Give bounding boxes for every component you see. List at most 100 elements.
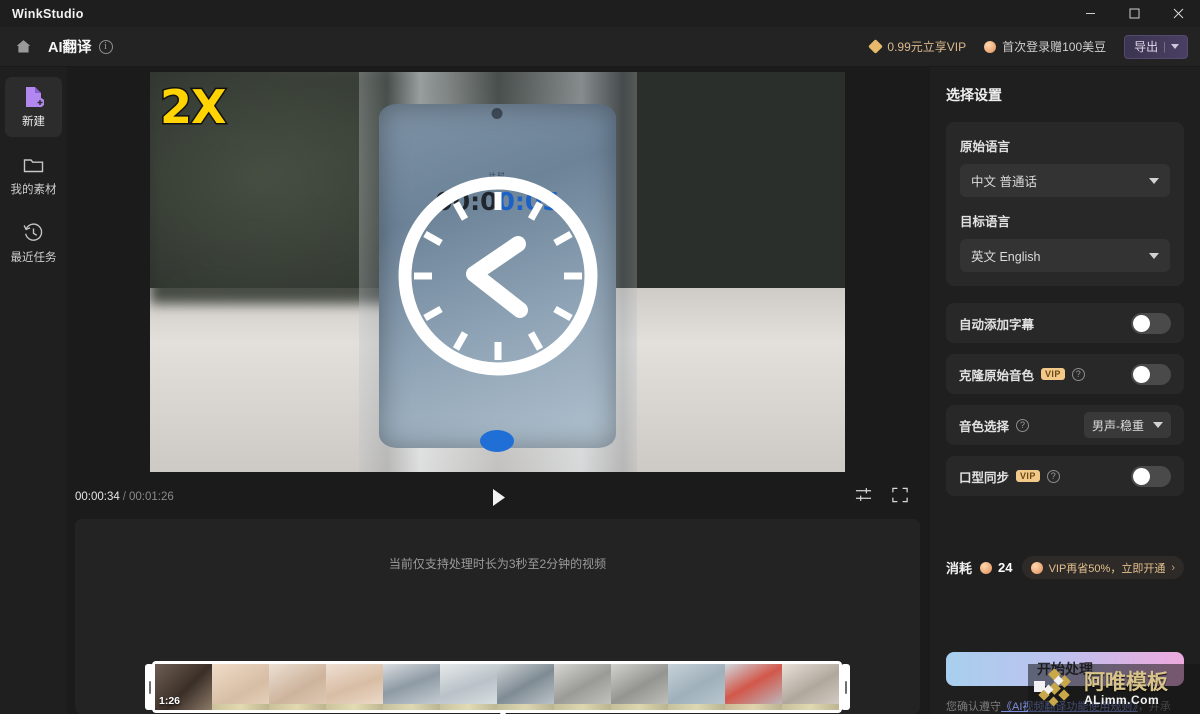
clone-voice-label: 克隆原始音色: [959, 368, 1035, 383]
clock-overlay-icon: [398, 176, 597, 376]
minimize-button[interactable]: [1068, 0, 1112, 27]
coin-icon: [984, 40, 997, 53]
lipsync-row: 口型同步 VIP ?: [946, 456, 1184, 496]
sidebar-item-label: 我的素材: [10, 183, 57, 196]
thumbnail[interactable]: [326, 664, 383, 710]
promo-login-bonus[interactable]: 首次登录赠100美豆: [984, 38, 1106, 55]
header-actions: 0.99元立享VIP 首次登录赠100美豆 导出 |: [868, 34, 1200, 59]
vip-upgrade-pill[interactable]: VIP再省50%，立即开通 ›: [1021, 556, 1184, 579]
chevron-down-icon[interactable]: [1171, 44, 1179, 49]
help-icon[interactable]: ?: [1016, 418, 1030, 432]
thumbnail[interactable]: [269, 664, 326, 710]
clip-duration: 1:26: [159, 695, 181, 707]
playhead-marker[interactable]: [496, 710, 510, 714]
timeline-hint: 当前仅支持处理时长为3秒至2分钟的视频: [388, 557, 607, 571]
phone-camera-icon: [491, 108, 503, 119]
export-button[interactable]: 导出 |: [1124, 34, 1188, 59]
folder-icon: [23, 154, 44, 176]
chevron-right-icon: ›: [1171, 561, 1175, 574]
export-separator: |: [1163, 40, 1166, 53]
main-stage: 计时 00:00:05 2X 00:00:34 / 00:01:26 当前仅支持…: [67, 67, 930, 714]
promo-vip-offer[interactable]: 0.99元立享VIP: [868, 38, 967, 55]
thumbnail[interactable]: [725, 664, 782, 710]
voice-select-value: 男声-稳重: [1092, 418, 1144, 433]
thumbnail[interactable]: [383, 664, 440, 710]
player-right-actions: [855, 486, 930, 508]
watermark: 阿唯模板 ALimm.Com: [1028, 664, 1200, 714]
play-button[interactable]: [486, 484, 512, 510]
watermark-logo-icon: [1034, 669, 1071, 707]
clone-voice-row: 克隆原始音色 VIP ?: [946, 354, 1184, 394]
coin-icon: [1030, 561, 1043, 574]
cost-label: 消耗: [946, 561, 973, 576]
phone-record-button: [480, 430, 515, 452]
source-language-label: 原始语言: [960, 140, 1011, 154]
maximize-button[interactable]: [1112, 0, 1156, 27]
cost-value: 24: [998, 560, 1013, 575]
video-preview[interactable]: 计时 00:00:05 2X: [150, 72, 845, 472]
close-button[interactable]: [1156, 0, 1200, 27]
thumbnail[interactable]: [212, 664, 269, 710]
auto-subtitle-toggle[interactable]: [1131, 312, 1171, 334]
chevron-down-icon: [1153, 422, 1163, 428]
sidebar-item-recent[interactable]: 最近任务: [5, 213, 62, 273]
help-icon[interactable]: ?: [1071, 367, 1085, 381]
fullscreen-icon[interactable]: [892, 487, 908, 508]
cost-row: 消耗 24 VIP再省50%，立即开通 ›: [946, 556, 1184, 579]
adjust-sliders-icon[interactable]: [855, 486, 872, 508]
target-language-select[interactable]: 英文 English: [960, 239, 1170, 272]
sidebar-item-new[interactable]: 新建: [5, 77, 62, 137]
speed-badge: 2X: [158, 79, 228, 136]
player-controls: 00:00:34 / 00:01:26: [67, 477, 930, 517]
settings-title: 选择设置: [946, 87, 1002, 103]
diamond-icon: [868, 39, 884, 54]
window-controls: [1068, 0, 1200, 27]
voice-select-label: 音色选择: [959, 419, 1010, 434]
settings-panel: 选择设置 原始语言 中文 普通话 目标语言 英文 English 自动添加字幕 …: [930, 67, 1200, 714]
coin-icon: [980, 561, 993, 574]
timeline-track[interactable]: 1:26: [152, 661, 842, 713]
thumbnail[interactable]: [440, 664, 497, 710]
target-language-label: 目标语言: [960, 215, 1011, 229]
info-icon[interactable]: i: [98, 39, 113, 54]
auto-subtitle-row: 自动添加字幕: [946, 303, 1184, 343]
vip-pill-label: VIP再省50%，立即开通: [1048, 562, 1166, 575]
clone-voice-toggle[interactable]: [1131, 363, 1171, 385]
trim-handle-right[interactable]: [841, 664, 850, 710]
help-icon[interactable]: ?: [1046, 469, 1060, 483]
watermark-text: 阿唯模板 ALimm.Com: [1084, 671, 1168, 707]
voice-select-dropdown[interactable]: 男声-稳重: [1084, 412, 1171, 438]
promo-login-label: 首次登录赠100美豆: [1002, 40, 1107, 54]
source-language-select[interactable]: 中文 普通话: [960, 164, 1170, 197]
sidebar: 新建 我的素材 最近任务: [0, 67, 67, 714]
target-language-value: 英文 English: [971, 250, 1041, 264]
thumbnail[interactable]: [554, 664, 611, 710]
thumbnail[interactable]: [611, 664, 668, 710]
home-icon[interactable]: [10, 34, 36, 60]
app-title: WinkStudio: [12, 6, 84, 21]
title-bar: WinkStudio: [0, 0, 1200, 27]
page-title: AI翻译: [48, 40, 92, 56]
thumbnail[interactable]: [668, 664, 725, 710]
new-file-icon: [24, 86, 44, 108]
auto-subtitle-label: 自动添加字幕: [959, 317, 1035, 332]
total-time: 00:01:26: [128, 491, 174, 503]
lipsync-toggle[interactable]: [1131, 465, 1171, 487]
current-time: 00:00:34: [75, 491, 120, 503]
app-window: WinkStudio AI翻译 i 0.99元立享VIP 首次登录赠100美豆 …: [0, 0, 1200, 714]
lipsync-label: 口型同步: [959, 470, 1010, 485]
chevron-down-icon: [1149, 177, 1159, 184]
vip-badge: VIP: [1016, 470, 1040, 482]
vip-badge: VIP: [1041, 368, 1065, 380]
thumbnail-strip: 1:26: [155, 664, 839, 710]
history-clock-icon: [23, 222, 44, 244]
sidebar-item-label: 新建: [22, 115, 45, 128]
watermark-en: ALimm.Com: [1084, 692, 1160, 707]
chevron-down-icon: [1149, 252, 1159, 259]
thumbnail[interactable]: [782, 664, 839, 710]
sidebar-item-materials[interactable]: 我的素材: [5, 145, 62, 205]
language-card: 原始语言 中文 普通话 目标语言 英文 English: [946, 122, 1184, 286]
thumbnail[interactable]: [497, 664, 554, 710]
thumbnail[interactable]: 1:26: [155, 664, 212, 710]
promo-vip-label: 0.99元立享VIP: [887, 40, 967, 54]
